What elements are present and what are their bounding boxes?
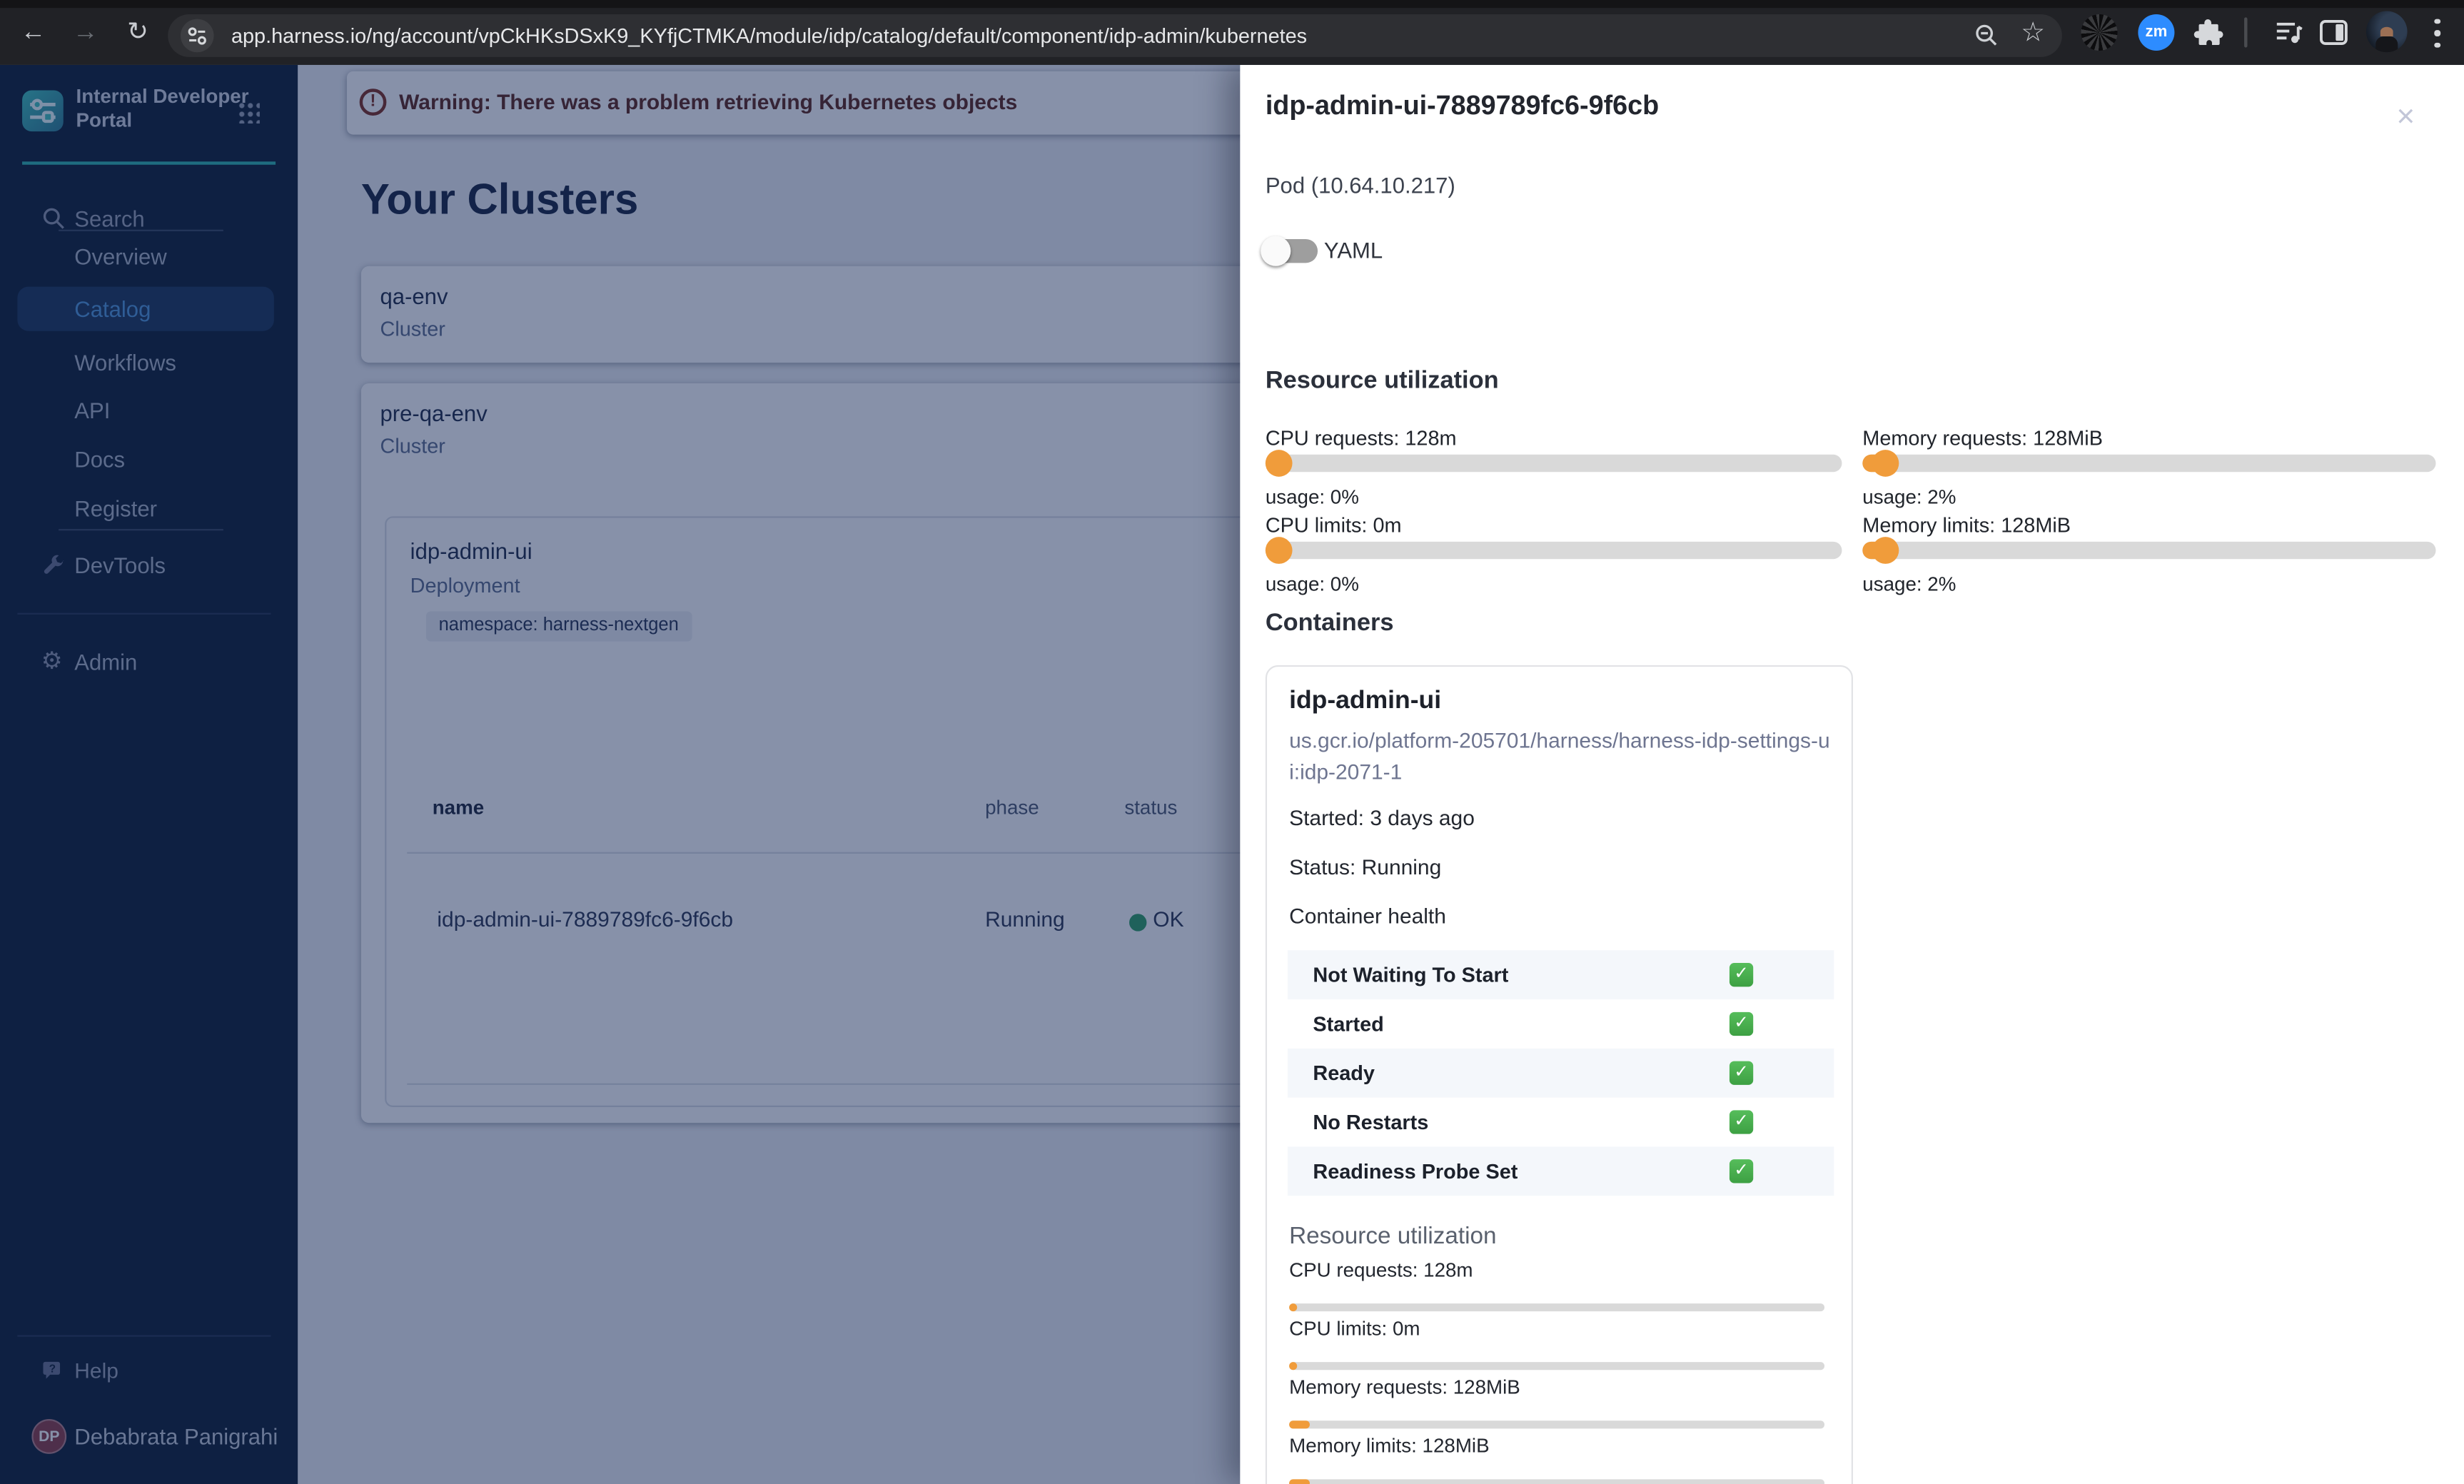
container-metric-bar — [1289, 1420, 1825, 1429]
container-metric-label: Memory limits: 128MiB — [1289, 1435, 1490, 1458]
container-card: idp-admin-ui us.gcr.io/platform-205701/h… — [1265, 665, 1853, 1484]
health-row: Readiness Probe Set ✓ — [1287, 1146, 1834, 1196]
metric-bar-memory-limits — [1862, 537, 2436, 564]
metric-label: Memory requests: 128MiB — [1862, 425, 2103, 450]
zoom-extension-icon[interactable]: zm — [2138, 14, 2175, 51]
slider-thumb — [1265, 450, 1293, 477]
check-icon: ✓ — [1729, 1061, 1754, 1085]
zoom-out-page-icon[interactable] — [1974, 22, 2001, 49]
slider-thumb — [1872, 537, 1899, 564]
health-label: Started — [1313, 1011, 1384, 1036]
browser-back-button[interactable]: ← — [16, 16, 51, 51]
screen: ← → ↻ app.harness.io/ng/account/vpCkHKsD… — [0, 0, 2464, 1484]
health-row: No Restarts ✓ — [1288, 1098, 1834, 1147]
metric-usage: usage: 2% — [1862, 486, 1956, 509]
address-bar[interactable]: app.harness.io/ng/account/vpCkHKsDSxK9_K… — [168, 14, 2062, 57]
health-label: No Restarts — [1313, 1110, 1429, 1134]
window-top-strip — [0, 0, 2464, 9]
drawer-title: idp-admin-ui-7889789fc6-9f6cb — [1265, 90, 1660, 121]
metric-label: Memory limits: 128MiB — [1862, 513, 2071, 537]
browser-menu-icon[interactable] — [2428, 19, 2447, 48]
metric-usage: usage: 0% — [1265, 573, 1359, 596]
health-label: Readiness Probe Set — [1313, 1159, 1518, 1183]
container-health-heading: Container health — [1289, 904, 1446, 929]
metric-label: CPU requests: 128m — [1265, 425, 1457, 450]
extensions-puzzle-icon[interactable] — [2192, 16, 2228, 52]
close-icon[interactable]: × — [2388, 100, 2423, 135]
pod-details-drawer: idp-admin-ui-7889789fc6-9f6cb × Pod (10.… — [1240, 64, 2464, 1484]
browser-forward-button[interactable]: → — [68, 16, 103, 51]
container-metric-bar — [1289, 1362, 1825, 1371]
check-icon: ✓ — [1729, 1110, 1754, 1134]
browser-profile-avatar[interactable] — [2365, 11, 2408, 53]
url-text[interactable]: app.harness.io/ng/account/vpCkHKsDSxK9_K… — [231, 14, 1957, 57]
browser-reload-button[interactable]: ↻ — [121, 16, 156, 51]
health-label: Ready — [1313, 1061, 1375, 1085]
container-resource-heading: Resource utilization — [1289, 1222, 1497, 1250]
container-metric-bar — [1289, 1303, 1825, 1312]
pod-subtitle: Pod (10.64.10.217) — [1265, 172, 1455, 198]
media-controls-icon[interactable] — [2273, 16, 2309, 52]
slider-thumb — [1872, 450, 1899, 477]
site-settings-icon[interactable] — [180, 19, 214, 53]
loom-extension-icon[interactable] — [2081, 14, 2118, 51]
metric-bar-cpu-limits — [1265, 537, 1842, 564]
health-label: Not Waiting To Start — [1313, 963, 1509, 987]
metric-bar-cpu-requests — [1265, 450, 1842, 477]
page-viewport: Internal Developer Portal Search Overvie… — [0, 64, 2464, 1484]
container-metric-bar — [1289, 1479, 1825, 1484]
container-metric-label: Memory requests: 128MiB — [1289, 1376, 1520, 1399]
metric-usage: usage: 2% — [1862, 573, 1956, 596]
container-started: Started: 3 days ago — [1289, 806, 1475, 830]
bookmark-star-icon[interactable]: ☆ — [2021, 17, 2045, 49]
yaml-toggle[interactable] — [1261, 236, 1318, 266]
container-image: us.gcr.io/platform-205701/harness/harnes… — [1289, 728, 1830, 784]
container-metric-label: CPU requests: 128m — [1289, 1258, 1473, 1282]
toolbar-separator — [2244, 17, 2248, 48]
slider-thumb — [1265, 537, 1293, 564]
health-row: Not Waiting To Start ✓ — [1287, 950, 1834, 1000]
metric-bar-memory-requests — [1862, 450, 2436, 477]
resource-utilization-heading: Resource utilization — [1265, 367, 1499, 395]
yaml-toggle-label: YAML — [1323, 237, 1383, 263]
containers-heading: Containers — [1265, 610, 1394, 637]
container-metric-label: CPU limits: 0m — [1289, 1318, 1420, 1341]
check-icon: ✓ — [1729, 1011, 1754, 1036]
health-row: Started ✓ — [1288, 999, 1834, 1049]
container-name: idp-admin-ui — [1289, 687, 1442, 715]
metric-label: CPU limits: 0m — [1265, 513, 1402, 537]
toggle-knob — [1261, 236, 1291, 266]
metric-usage: usage: 0% — [1265, 486, 1359, 509]
browser-toolbar: ← → ↻ app.harness.io/ng/account/vpCkHKsD… — [0, 0, 2464, 65]
check-icon: ✓ — [1729, 1159, 1754, 1183]
check-icon: ✓ — [1729, 963, 1754, 987]
side-panel-icon[interactable] — [2317, 16, 2353, 52]
container-status: Status: Running — [1289, 855, 1442, 879]
health-row: Ready ✓ — [1287, 1048, 1834, 1098]
